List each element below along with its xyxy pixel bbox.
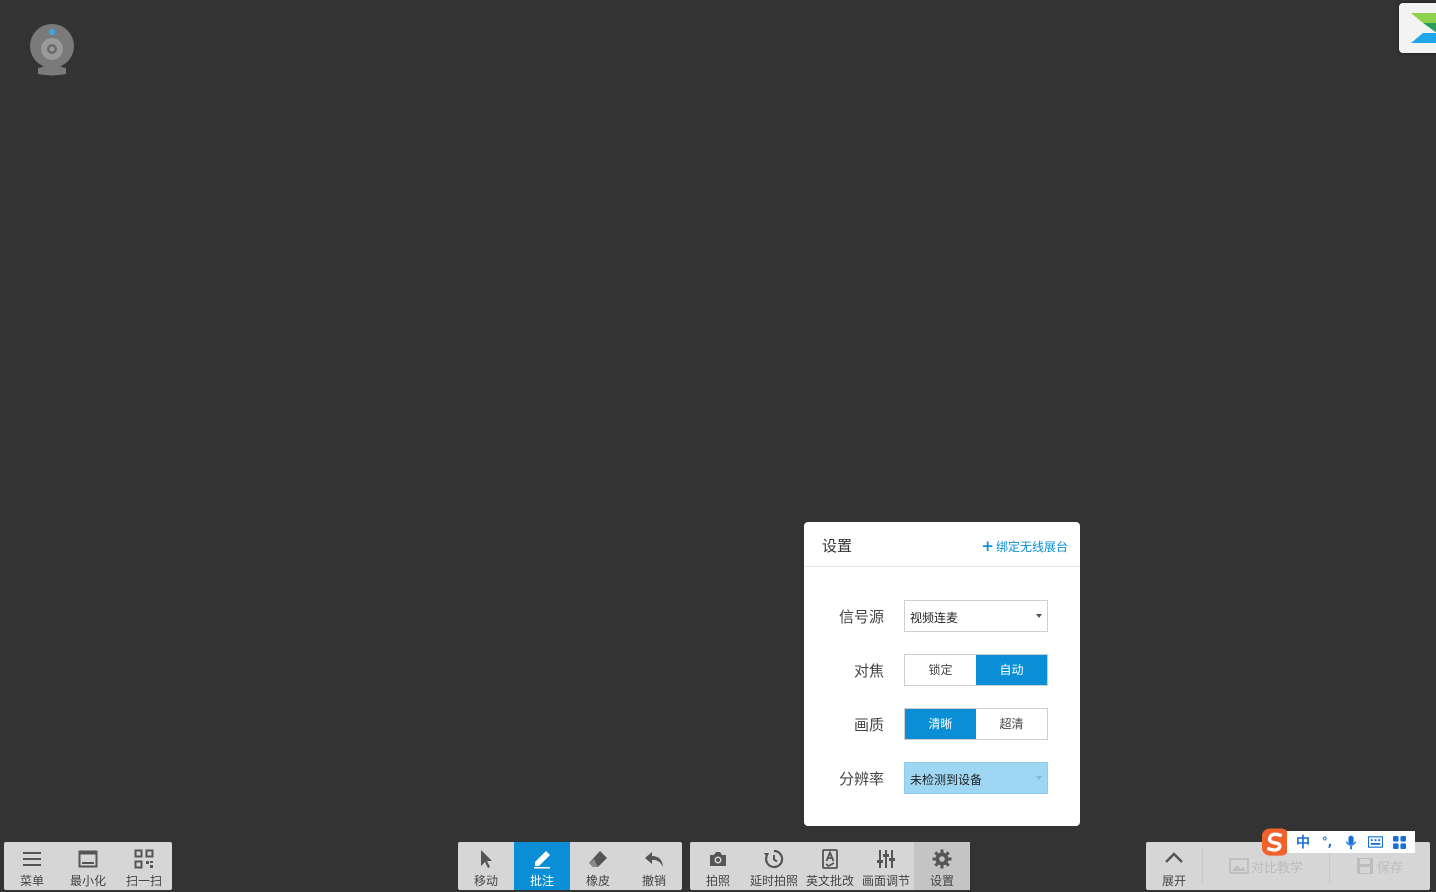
resolution-select[interactable]: 未检测到设备: [904, 762, 1048, 794]
english-check-button-label: 英文批改: [805, 874, 854, 888]
scan-button[interactable]: 扫一扫: [116, 842, 172, 890]
pen-icon: [534, 851, 550, 869]
move-button-label: 移动: [473, 874, 498, 888]
webcam-icon[interactable]: [29, 24, 75, 78]
menu-icon: [23, 852, 41, 866]
camera-icon: [710, 852, 726, 866]
compare-image-icon: [1229, 858, 1249, 874]
delayed-photo-button[interactable]: 延时拍照: [746, 842, 802, 890]
quality-option-ultra[interactable]: 超清: [976, 709, 1047, 739]
focus-label: 对焦: [853, 662, 884, 680]
keyboard-icon[interactable]: [1363, 833, 1387, 851]
dropdown-caret-icon: [1036, 776, 1042, 780]
menu-button[interactable]: 菜单: [4, 842, 60, 890]
english-check-icon: [822, 849, 838, 869]
eraser-icon: [589, 851, 607, 867]
signal-source-row: 信号源 视频连麦: [804, 600, 1080, 632]
english-check-button[interactable]: 英文批改: [802, 842, 858, 890]
qr-scan-icon: [134, 849, 154, 869]
undo-button[interactable]: 撤销: [626, 842, 682, 890]
annotate-button-label: 批注: [529, 874, 554, 888]
minimize-button[interactable]: 最小化: [60, 842, 116, 890]
save-icon: [1356, 858, 1373, 874]
chevron-up-icon: [1165, 852, 1183, 863]
menu-button-label: 菜单: [19, 874, 44, 888]
pointer-icon: [481, 850, 492, 868]
plus-icon: +: [981, 537, 994, 555]
signal-source-value: 视频连麦: [910, 611, 959, 625]
toolbar-capture: 拍照 延时拍照 英文批改 画面调节 设置: [690, 842, 970, 890]
ime-toolbar: 中 °,: [1260, 827, 1415, 857]
undo-button-label: 撤销: [641, 874, 666, 888]
quality-option-clear[interactable]: 清晰: [905, 709, 976, 739]
undo-icon: [645, 852, 663, 867]
move-button[interactable]: 移动: [458, 842, 514, 890]
picture-adjust-button[interactable]: 画面调节: [858, 842, 914, 890]
focus-option-lock[interactable]: 锁定: [905, 655, 976, 685]
compare-teaching-label: 对比教学: [1250, 860, 1303, 876]
resolution-row: 分辨率 未检测到设备: [804, 762, 1080, 794]
ime-status-bar: 中 °,: [1287, 831, 1415, 853]
signal-source-label: 信号源: [838, 608, 884, 626]
microphone-icon[interactable]: [1339, 833, 1363, 851]
settings-panel-title: 设置: [822, 537, 853, 555]
resolution-label: 分辨率: [838, 770, 884, 788]
app-logo-badge[interactable]: [1399, 3, 1436, 53]
timer-history-icon: [764, 849, 784, 869]
focus-option-auto[interactable]: 自动: [976, 655, 1047, 685]
settings-button-label: 设置: [929, 874, 954, 888]
picture-adjust-button-label: 画面调节: [861, 874, 910, 888]
expand-button[interactable]: 展开: [1146, 842, 1202, 890]
save-button-label: 保存: [1376, 860, 1403, 876]
scan-button-label: 扫一扫: [125, 874, 162, 888]
gear-icon: [932, 849, 952, 869]
app-logo-icon: [1411, 13, 1436, 43]
annotate-button[interactable]: 批注: [514, 842, 570, 890]
photo-button-label: 拍照: [705, 874, 730, 888]
quality-toggle: 清晰 超清: [904, 708, 1048, 740]
ime-mode-toggle[interactable]: 中: [1291, 833, 1315, 851]
expand-button-label: 展开: [1161, 874, 1186, 888]
quality-label: 画质: [853, 716, 884, 734]
minimize-button-label: 最小化: [69, 874, 106, 888]
settings-panel: 设置 + 绑定无线展台 信号源 视频连麦 对焦 锁定 自动 画质 清晰 超清 分辨…: [804, 522, 1080, 826]
photo-button[interactable]: 拍照: [690, 842, 746, 890]
sliders-icon: [877, 850, 895, 868]
bind-link-label: 绑定无线展台: [995, 540, 1068, 554]
ime-menu-grid-icon[interactable]: [1387, 833, 1411, 851]
toolbar-left: 菜单 最小化 扫一扫: [4, 842, 172, 890]
quality-row: 画质 清晰 超清: [804, 708, 1080, 740]
toolbar-annotate: 移动 批注 橡皮 撤销: [458, 842, 682, 890]
eraser-button[interactable]: 橡皮: [570, 842, 626, 890]
focus-row: 对焦 锁定 自动: [804, 654, 1080, 686]
signal-source-select[interactable]: 视频连麦: [904, 600, 1048, 632]
bind-wireless-booth-link[interactable]: + 绑定无线展台: [981, 537, 1068, 555]
ime-punctuation-toggle[interactable]: °,: [1315, 833, 1339, 851]
delayed-photo-button-label: 延时拍照: [749, 874, 798, 888]
resolution-value: 未检测到设备: [910, 773, 983, 787]
eraser-button-label: 橡皮: [585, 874, 610, 888]
settings-panel-header: 设置 + 绑定无线展台: [804, 522, 1080, 567]
settings-button[interactable]: 设置: [914, 842, 970, 890]
dropdown-caret-icon: [1036, 614, 1042, 618]
focus-toggle: 锁定 自动: [904, 654, 1048, 686]
minimize-icon: [78, 850, 98, 868]
